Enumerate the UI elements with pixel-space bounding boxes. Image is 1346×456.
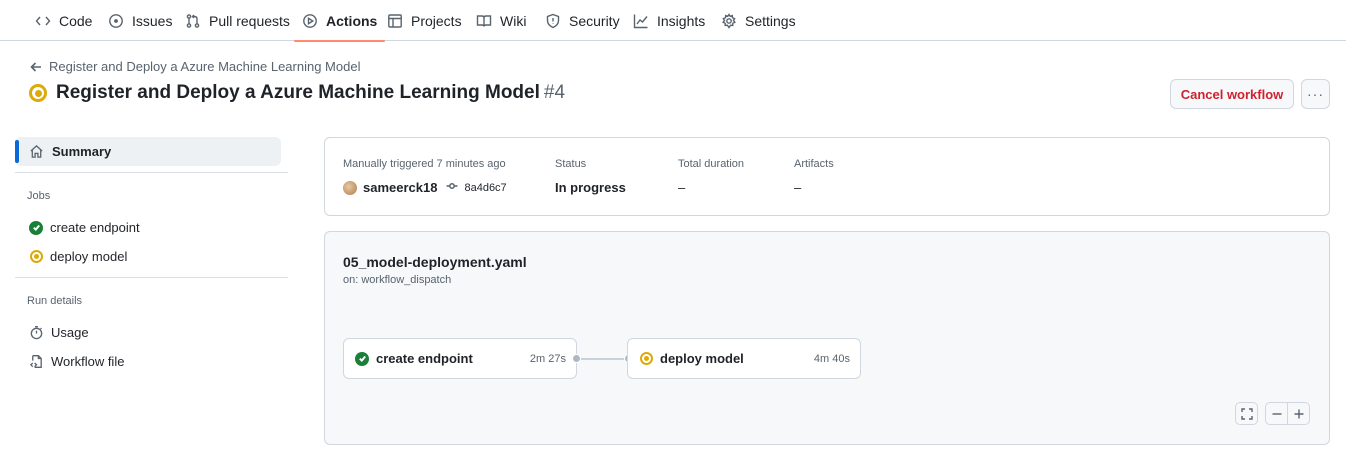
sidebar-item-label: deploy model [50,249,128,264]
cancel-workflow-button[interactable]: Cancel workflow [1170,79,1294,109]
artifacts-label: Artifacts [794,158,834,170]
run-title: Register and Deploy a Azure Machine Lear… [56,82,540,103]
sidebar-divider [15,277,288,278]
actor-row: sameerck18 8a4d6c7 [343,180,507,195]
more-options-button[interactable]: ··· [1301,79,1330,109]
check-circle-icon [355,351,369,366]
page-title: Register and Deploy a Azure Machine Lear… [56,82,565,104]
stopwatch-icon [30,326,43,340]
run-number: #4 [543,82,566,103]
breadcrumb-label: Register and Deploy a Azure Machine Lear… [49,59,361,74]
job-name: deploy model [660,351,744,366]
run-details-heading: Run details [27,295,83,307]
zoom-out-icon [1272,412,1281,415]
nav-tab-wiki[interactable]: Wiki [476,0,526,41]
duration-value: – [678,180,686,195]
sidebar-item-label: Workflow file [51,354,125,369]
home-icon [30,144,43,158]
sidebar-item-usage[interactable]: Usage [29,325,89,340]
status-column: Status In progress [555,158,626,195]
table-icon [388,13,402,28]
sidebar-item-label: Summary [52,144,112,159]
zoom-out-button[interactable] [1265,402,1288,425]
nav-tab-settings[interactable]: Settings [721,0,796,41]
commit-icon [446,180,458,195]
fullscreen-icon [1240,407,1253,420]
trigger-column: Manually triggered 7 minutes ago sameerc… [343,158,507,195]
pull-request-icon [186,13,200,28]
sidebar-item-label: Usage [51,325,89,340]
play-icon [303,13,317,28]
graph-job-deploy-model[interactable]: deploy model 4m 40s [627,338,861,379]
commit-sha-link[interactable]: 8a4d6c7 [464,182,506,194]
status-value: In progress [555,180,626,195]
nav-tab-label: Pull requests [209,12,290,29]
page-title-row: Register and Deploy a Azure Machine Lear… [29,82,565,104]
sidebar-item-label: create endpoint [50,220,140,235]
actor-link[interactable]: sameerck18 [363,180,437,195]
repo-nav: Code Issues Pull requests Actions Projec… [0,0,1346,42]
trigger-label: Manually triggered 7 minutes ago [343,158,506,170]
run-summary-card: Manually triggered 7 minutes ago sameerc… [324,137,1330,216]
check-circle-icon [29,220,43,235]
connector-dot [572,354,581,363]
nav-tab-security[interactable]: Security [545,0,620,41]
status-label: Status [555,158,587,170]
sidebar-item-workflow-file[interactable]: Workflow file [29,354,124,369]
artifacts-value: – [794,180,802,195]
artifacts-column: Artifacts – [794,158,834,195]
nav-tab-label: Projects [411,12,462,29]
graph-job-create-endpoint[interactable]: create endpoint 2m 27s [343,338,577,379]
jobs-heading: Jobs [27,190,51,202]
nav-tab-label: Wiki [500,12,527,29]
nav-tab-label: Code [59,12,93,29]
job-name: create endpoint [376,351,473,366]
in-progress-status-icon [29,84,47,102]
nav-tab-projects[interactable]: Projects [387,0,462,41]
zoom-in-button[interactable] [1287,402,1310,425]
nav-tab-label: Actions [326,12,378,29]
shield-icon [546,13,560,28]
workflow-graph-panel: 05_model-deployment.yaml on: workflow_di… [324,231,1330,445]
sidebar-item-summary[interactable]: Summary [15,137,281,166]
job-connector-line [577,358,629,360]
nav-tab-pull-requests[interactable]: Pull requests [185,0,290,41]
job-duration: 2m 27s [529,352,566,365]
job-duration: 4m 40s [813,352,850,365]
arrow-left-icon [30,61,41,72]
book-icon [476,14,492,27]
nav-tab-issues[interactable]: Issues [108,0,172,41]
nav-tab-code[interactable]: Code [35,0,92,41]
workflow-file-name: 05_model-deployment.yaml [343,254,527,270]
nav-tab-insights[interactable]: Insights [633,0,705,41]
sidebar-job-deploy-model[interactable]: deploy model [29,249,127,264]
sidebar-job-create-endpoint[interactable]: create endpoint [29,220,140,235]
kebab-horizontal-icon: ··· [1307,86,1324,102]
issue-icon [109,13,123,28]
graph-icon [633,14,648,28]
sidebar-divider [15,172,288,173]
fullscreen-button[interactable] [1235,402,1258,425]
duration-label: Total duration [678,158,745,170]
nav-tab-label: Insights [657,12,706,29]
code-icon [35,16,51,25]
workflow-trigger: on: workflow_dispatch [343,274,452,286]
nav-tab-label: Issues [132,12,173,29]
nav-tab-actions[interactable]: Actions [293,0,386,42]
avatar[interactable] [343,180,357,195]
back-breadcrumb[interactable]: Register and Deploy a Azure Machine Lear… [30,59,360,74]
nav-tab-label: Security [569,12,620,29]
in-progress-status-icon [640,352,653,365]
in-progress-status-icon [29,250,43,263]
gear-icon [722,12,736,29]
nav-tab-label: Settings [745,12,796,29]
zoom-in-icon [1294,409,1303,418]
duration-column: Total duration – [678,158,744,195]
file-code-icon [29,355,42,368]
